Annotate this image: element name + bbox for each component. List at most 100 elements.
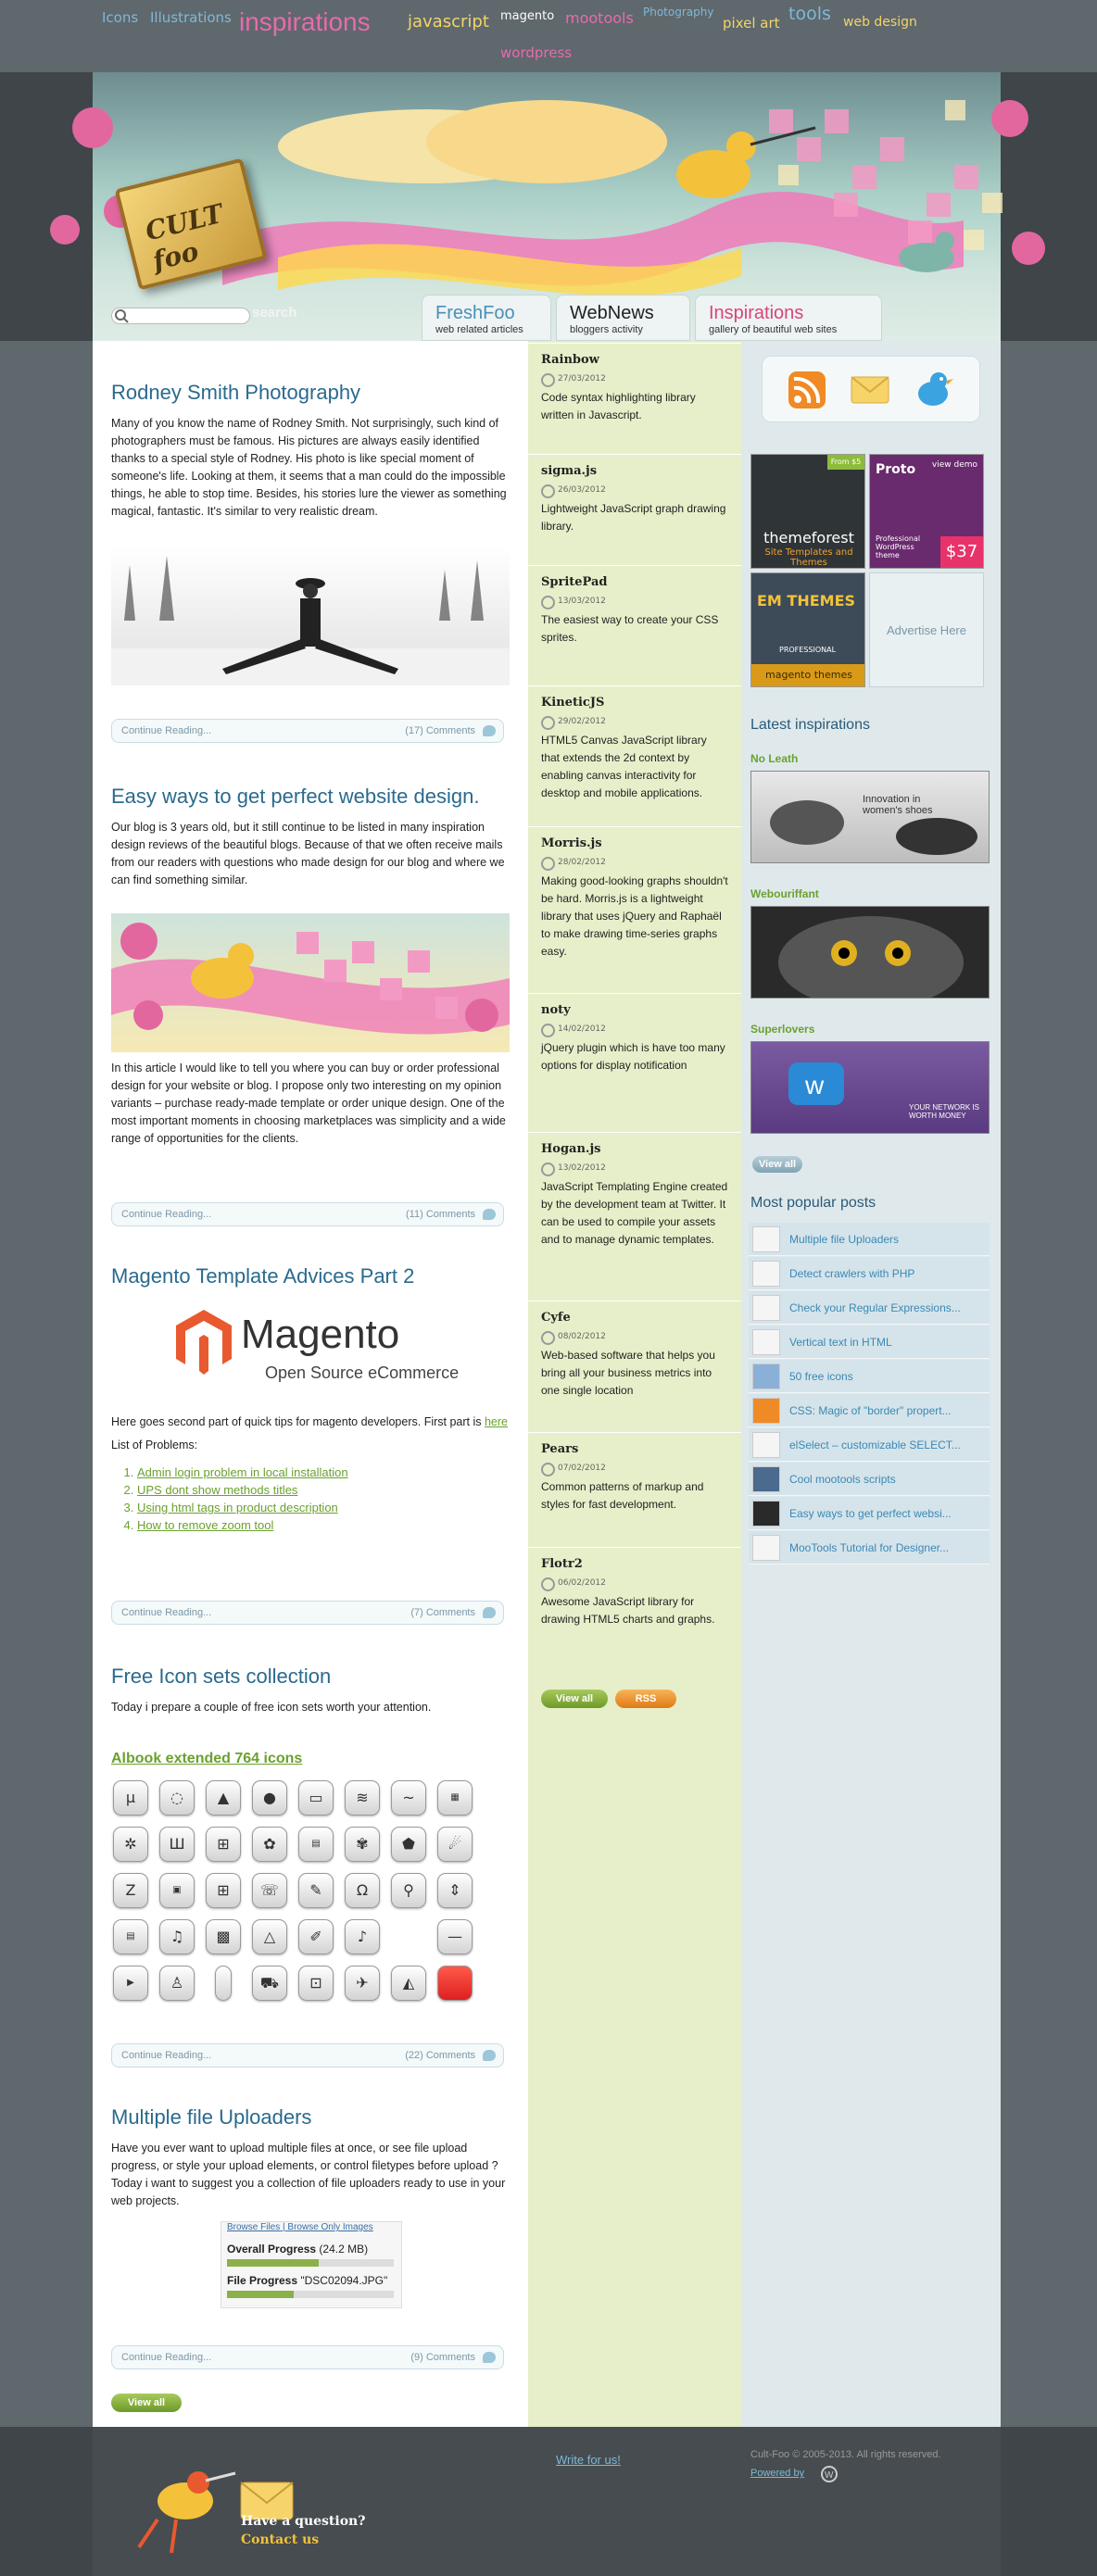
tool-item[interactable]: KineticJS 29/02/2012 HTML5 Canvas JavaScri… — [528, 685, 741, 826]
popular-post[interactable]: CSS: Magic of "border" propert... — [749, 1394, 990, 1427]
tag-mootools[interactable]: mootools — [565, 9, 634, 27]
list-item[interactable]: Admin login problem in local installatio… — [137, 1464, 510, 1481]
tool-item[interactable]: SpritePad 13/03/2012 The easiest way to cr… — [528, 565, 741, 685]
article-image[interactable] — [111, 913, 510, 1052]
continue-reading-link[interactable]: Continue Reading... — [121, 725, 211, 736]
list-title: List of Problems: — [111, 1439, 198, 1451]
article-icon-sets: Free Icon sets collection Today i prepar… — [111, 1665, 510, 1724]
svg-text:w: w — [804, 1071, 825, 1100]
tag-web-design[interactable]: web design — [843, 15, 917, 30]
ad-title: Proto — [876, 462, 916, 477]
ad-subtitle: PROFESSIONAL — [779, 646, 837, 654]
article-title[interactable]: Free Icon sets collection — [111, 1665, 510, 1688]
rss-icon[interactable] — [787, 370, 827, 410]
write-for-us-link[interactable]: Write for us! — [556, 2453, 621, 2467]
continue-reading-link[interactable]: Continue Reading... — [121, 1607, 211, 1618]
site-name[interactable]: Superlovers — [750, 1023, 814, 1036]
popular-post[interactable]: 50 free icons — [749, 1360, 990, 1393]
wordpress-icon[interactable]: W — [821, 2466, 838, 2482]
view-all-tools-button[interactable]: View all — [541, 1690, 608, 1708]
view-all-inspirations-button[interactable]: View all — [752, 1156, 802, 1173]
site-name[interactable]: Webouriffant — [750, 887, 819, 900]
tag-photography[interactable]: Photography — [643, 6, 713, 19]
inspiration-thumbnail[interactable] — [750, 906, 990, 999]
tool-item[interactable]: sigma.js 26/03/2012 Lightweight JavaScript… — [528, 454, 741, 565]
continue-reading-link[interactable]: Continue Reading... — [121, 2352, 211, 2363]
tool-item[interactable]: Rainbow 27/03/2012 Code syntax highlightin… — [528, 343, 741, 454]
inspiration-thumbnail[interactable]: Innovation in women's shoes — [750, 771, 990, 863]
tag-wordpress[interactable]: wordpress — [500, 44, 572, 61]
article-image[interactable] — [111, 547, 510, 685]
popular-post[interactable]: Cool mootools scripts — [749, 1463, 990, 1496]
comment-icon — [483, 1209, 496, 1220]
article-excerpt: In this article I would like to tell you… — [111, 1062, 506, 1145]
icon-set-title[interactable]: Albook extended 764 icons — [111, 1751, 302, 1767]
popular-post[interactable]: Detect crawlers with PHP — [749, 1257, 990, 1290]
contact-us-link[interactable]: Contact us — [241, 2532, 319, 2547]
list-item[interactable]: UPS dont show methods titles — [137, 1481, 510, 1499]
continue-reading-link[interactable]: Continue Reading... — [121, 1209, 211, 1220]
advertise-here-slot[interactable]: Advertise Here — [869, 572, 984, 687]
footer-question: Have a question? — [241, 2514, 366, 2529]
cone-icon: ▲ — [206, 1780, 241, 1816]
article-title[interactable]: Magento Template Advices Part 2 — [111, 1265, 510, 1288]
tool-item[interactable]: Morris.js 28/02/2012 Making good-looking g… — [528, 826, 741, 993]
list-item[interactable]: Using html tags in product description — [137, 1499, 510, 1516]
tag-illustrations[interactable]: Illustrations — [150, 9, 232, 26]
world-map-icon: ◌ — [159, 1780, 195, 1816]
comments-link[interactable]: (17) Comments — [405, 725, 475, 736]
tab-subtitle: web related articles — [435, 324, 523, 335]
article-text: Here goes second part of quick tips for … — [111, 1415, 482, 1428]
tab-freshfoo[interactable]: FreshFoo web related articles — [422, 295, 551, 341]
tool-item[interactable]: Hogan.js 13/02/2012 JavaScript Templating … — [528, 1132, 741, 1301]
search-button[interactable]: search — [252, 305, 296, 320]
svg-text:W: W — [825, 2470, 834, 2481]
article-title[interactable]: Easy ways to get perfect website design. — [111, 785, 510, 808]
ad-subtitle: Professional WordPress theme — [876, 534, 921, 559]
ad-themeforest[interactable]: From $5 themeforest Site Templates and T… — [750, 454, 865, 569]
tab-webnews[interactable]: WebNews bloggers activity — [556, 295, 690, 341]
uploader-screenshot[interactable]: Browse Files | Browse Only Images Overal… — [221, 2221, 402, 2308]
comments-link[interactable]: (9) Comments — [410, 2352, 475, 2363]
tar-icon: ▤ — [298, 1827, 334, 1862]
powered-by-link[interactable]: Powered by — [750, 2468, 804, 2479]
article-title[interactable]: Rodney Smith Photography — [111, 382, 510, 404]
mail-icon[interactable] — [850, 373, 890, 407]
tab-inspirations[interactable]: Inspirations gallery of beautiful web si… — [695, 295, 882, 341]
post-thumbnail — [752, 1363, 780, 1389]
tag-magento[interactable]: magento — [500, 9, 554, 23]
continue-reading-link[interactable]: Continue Reading... — [121, 2050, 211, 2061]
tag-pixel-art[interactable]: pixel art — [723, 15, 780, 31]
popular-post[interactable]: MooTools Tutorial for Designer... — [749, 1531, 990, 1564]
comments-link[interactable]: (11) Comments — [406, 1209, 475, 1220]
popular-post[interactable]: elSelect – customizable SELECT... — [749, 1428, 990, 1462]
site-name[interactable]: No Leath — [750, 752, 798, 765]
ad-proto[interactable]: Proto view demo Professional WordPress t… — [869, 454, 984, 569]
popular-post[interactable]: Easy ways to get perfect websi... — [749, 1497, 990, 1530]
popular-post[interactable]: Multiple file Uploaders — [749, 1223, 990, 1256]
article-title[interactable]: Multiple file Uploaders — [111, 2106, 510, 2129]
popular-post[interactable]: Check your Regular Expressions... — [749, 1291, 990, 1325]
rss-button[interactable]: RSS — [615, 1690, 676, 1708]
tag-inspirations[interactable]: inspirations — [239, 7, 371, 37]
tool-item[interactable]: Cyfe 08/02/2012 Web-based software that he… — [528, 1301, 741, 1432]
tool-item[interactable]: Pears 07/02/2012 Common patterns of markup… — [528, 1432, 741, 1547]
search-input[interactable] — [111, 308, 250, 324]
here-link[interactable]: here — [485, 1415, 508, 1428]
list-item[interactable]: How to remove zoom tool — [137, 1516, 510, 1534]
icon-set-preview[interactable]: µ ◌ ▲ ● ▭ ≋ ~ ▦ ✲ Ш ⊞ ✿ ▤ ✾ ⬟ ☄ Z ▣ ⊞ ☏ … — [111, 1778, 482, 2010]
twitter-bird-icon[interactable] — [911, 368, 957, 412]
comments-link[interactable]: (22) Comments — [405, 2050, 475, 2061]
tag-javascript[interactable]: javascript — [408, 12, 489, 31]
view-all-articles-button[interactable]: View all — [111, 2394, 182, 2412]
tool-item[interactable]: Flotr2 06/02/2012 Awesome JavaScript libra… — [528, 1547, 741, 1677]
post-thumbnail — [752, 1261, 780, 1287]
comments-link[interactable]: (7) Comments — [410, 1607, 475, 1618]
ad-em-themes[interactable]: EM THEMES PROFESSIONAL magento themes — [750, 572, 865, 687]
tag-icons[interactable]: Icons — [102, 9, 138, 26]
tool-item[interactable]: noty 14/02/2012 jQuery plugin which is hav… — [528, 993, 741, 1132]
tag-tools[interactable]: tools — [788, 4, 831, 24]
popular-post[interactable]: Vertical text in HTML — [749, 1326, 990, 1359]
article-excerpt: Here goes second part of quick tips for … — [111, 1414, 510, 1431]
inspiration-thumbnail[interactable]: w YOUR NETWORK IS WORTH MONEY — [750, 1041, 990, 1134]
